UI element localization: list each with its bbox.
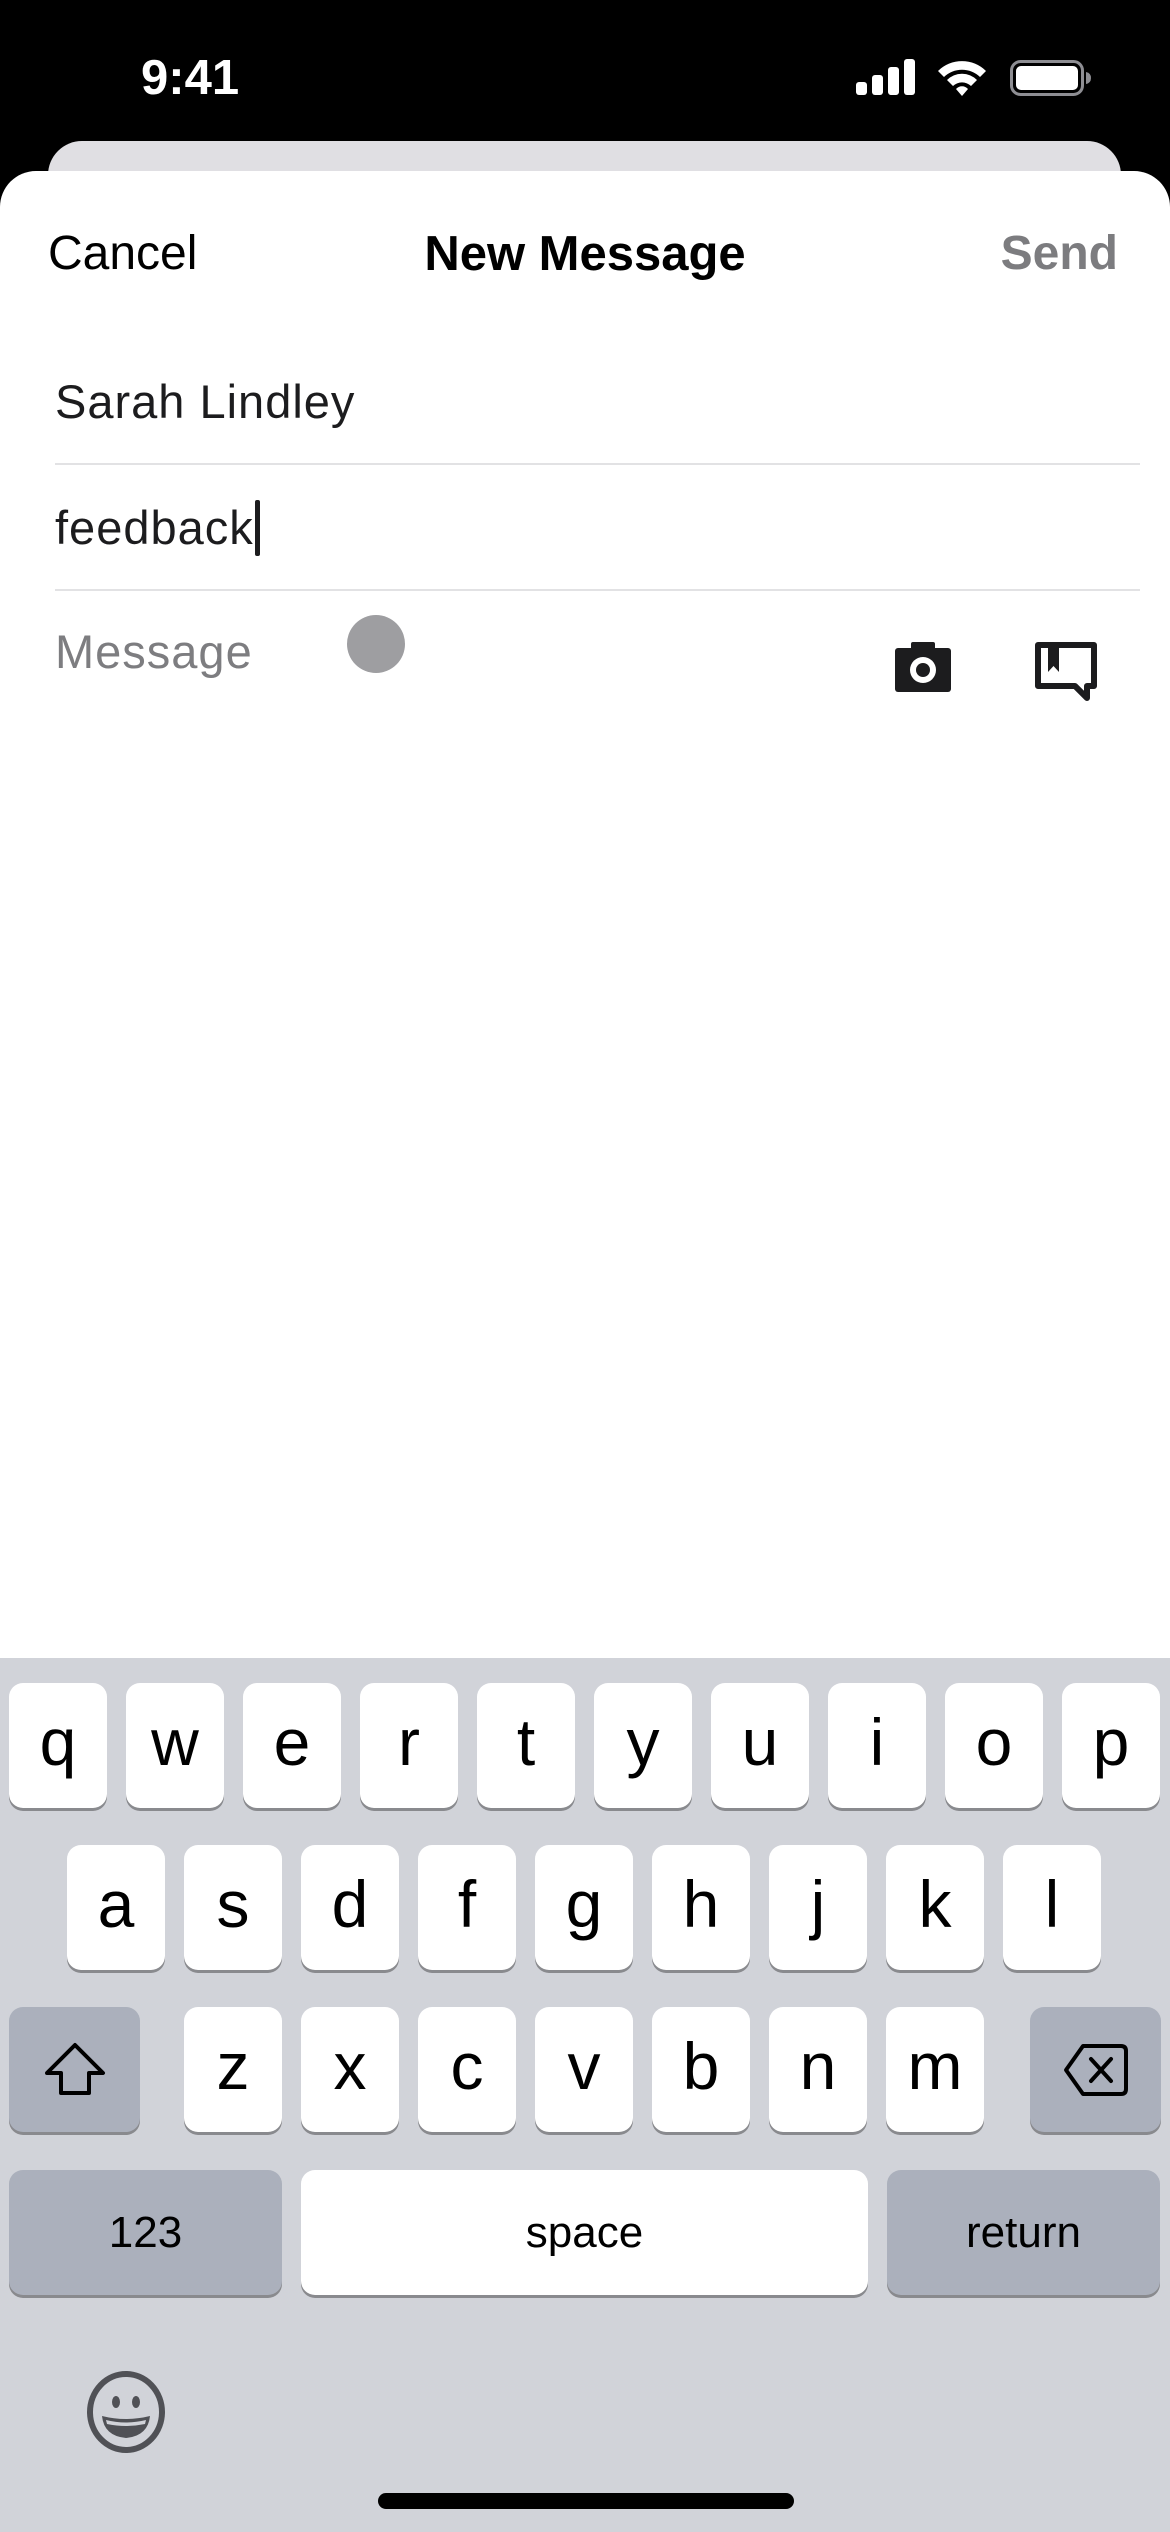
page-title: New Message: [424, 227, 746, 281]
send-button[interactable]: Send: [1001, 224, 1118, 284]
feedback-bookmark-icon[interactable]: [1035, 642, 1097, 702]
key-label: h: [682, 1866, 720, 1941]
key-a[interactable]: a: [67, 1845, 165, 1970]
key-label: w: [151, 1704, 199, 1779]
wifi-icon: [938, 61, 986, 96]
key-j[interactable]: j: [769, 1845, 867, 1970]
key-label: z: [216, 2028, 250, 2103]
key-k[interactable]: k: [886, 1845, 984, 1970]
divider: [55, 589, 1140, 591]
shift-key[interactable]: [9, 2007, 140, 2132]
message-placeholder: Message: [55, 625, 253, 678]
subject-value: feedback: [55, 501, 254, 554]
key-label: j: [810, 1866, 826, 1941]
key-q[interactable]: q: [9, 1683, 107, 1808]
key-label: b: [682, 2028, 720, 2103]
key-label: f: [457, 1866, 477, 1941]
shift-icon: [44, 2042, 105, 2095]
delete-key[interactable]: [1030, 2007, 1161, 2132]
emoji-icon[interactable]: [84, 2370, 168, 2454]
subject-field[interactable]: feedback: [55, 498, 1140, 558]
home-indicator: [378, 2493, 794, 2509]
key-f[interactable]: f: [418, 1845, 516, 1970]
key-n[interactable]: n: [769, 2007, 867, 2132]
key-label: p: [1092, 1704, 1130, 1779]
key-label: g: [565, 1866, 603, 1941]
touch-indicator: [347, 615, 405, 673]
key-label: y: [626, 1704, 660, 1779]
cellular-signal-icon: [856, 59, 916, 95]
message-field[interactable]: Message: [55, 622, 1140, 682]
key-t[interactable]: t: [477, 1683, 575, 1808]
key-label: i: [869, 1704, 885, 1779]
divider: [55, 463, 1140, 465]
camera-icon[interactable]: [895, 642, 951, 692]
key-r[interactable]: r: [360, 1683, 458, 1808]
numbers-key[interactable]: 123: [9, 2170, 282, 2295]
key-label: l: [1044, 1866, 1060, 1941]
key-m[interactable]: m: [886, 2007, 984, 2132]
battery-icon: [1010, 60, 1091, 96]
key-z[interactable]: z: [184, 2007, 282, 2132]
recipient-value: Sarah Lindley: [55, 375, 356, 428]
key-label: c: [450, 2028, 484, 2103]
key-b[interactable]: b: [652, 2007, 750, 2132]
key-u[interactable]: u: [711, 1683, 809, 1808]
key-e[interactable]: e: [243, 1683, 341, 1808]
key-label: r: [398, 1704, 420, 1779]
key-y[interactable]: y: [594, 1683, 692, 1808]
key-p[interactable]: p: [1062, 1683, 1160, 1808]
status-icons: [850, 56, 1100, 100]
key-i[interactable]: i: [828, 1683, 926, 1808]
key-w[interactable]: w: [126, 1683, 224, 1808]
key-label: t: [516, 1704, 536, 1779]
recipient-field[interactable]: Sarah Lindley: [55, 372, 1140, 432]
key-g[interactable]: g: [535, 1845, 633, 1970]
status-time: 9:41: [141, 51, 240, 105]
key-label: d: [331, 1866, 369, 1941]
space-key[interactable]: space: [301, 2170, 868, 2295]
key-label: k: [918, 1866, 952, 1941]
key-label: x: [333, 2028, 367, 2103]
key-label: e: [273, 1704, 311, 1779]
key-s[interactable]: s: [184, 1845, 282, 1970]
key-l[interactable]: l: [1003, 1845, 1101, 1970]
key-c[interactable]: c: [418, 2007, 516, 2132]
key-label: a: [97, 1866, 135, 1941]
key-label: n: [799, 2028, 837, 2103]
key-label: q: [39, 1704, 77, 1779]
key-label: o: [975, 1704, 1013, 1779]
keyboard: 123 space return qwe r t y u i o p a s d f g h j k l z x c v…: [0, 1658, 1170, 2532]
return-key[interactable]: return: [887, 2170, 1160, 2295]
key-x[interactable]: x: [301, 2007, 399, 2132]
text-caret: [254, 500, 260, 556]
key-h[interactable]: h: [652, 1845, 750, 1970]
key-label: s: [216, 1866, 250, 1941]
key-label: v: [567, 2028, 601, 2103]
delete-icon: [1063, 2043, 1128, 2096]
key-o[interactable]: o: [945, 1683, 1043, 1808]
key-label: u: [741, 1704, 779, 1779]
key-d[interactable]: d: [301, 1845, 399, 1970]
key-label: m: [907, 2028, 963, 2103]
key-v[interactable]: v: [535, 2007, 633, 2132]
